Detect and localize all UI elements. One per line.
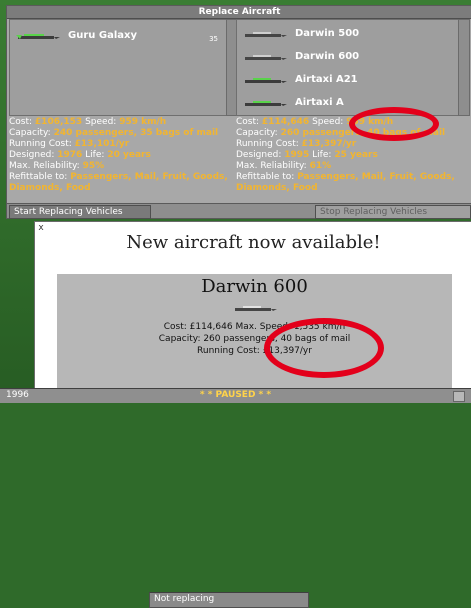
- start-replacing-button[interactable]: Start Replacing Vehicles: [9, 205, 151, 219]
- reliability-line: Max. Reliability: 95%: [9, 161, 233, 172]
- vehicle-name: Guru Galaxy: [68, 30, 137, 41]
- airplane-icon: [245, 78, 287, 83]
- running-cost-value: £13,101/yr: [74, 139, 130, 149]
- refit-label: Refittable to:: [9, 172, 68, 182]
- capacity-line: Capacity: 260 passengers, 40 bags of mai…: [158, 334, 351, 344]
- paused-indicator: * * PAUSED * *: [199, 390, 272, 400]
- cost-speed-line: Cost: £106,153 Speed: 959 km/h: [9, 117, 233, 128]
- airplane-icon: [245, 101, 287, 106]
- capacity-line: Capacity: 240 passengers, 35 bags of mai…: [9, 128, 233, 139]
- refit-label: Refittable to:: [236, 172, 295, 182]
- designed-value: 1995: [284, 150, 310, 160]
- cost-value: £106,153: [34, 117, 83, 127]
- running-cost-value: £13,397/yr: [301, 139, 357, 149]
- running-cost-label: Running Cost:: [9, 139, 72, 149]
- airplane-icon: [235, 306, 277, 311]
- current-vehicle-info: Cost: £106,153 Speed: 959 km/h Capacity:…: [9, 117, 233, 197]
- airplane-icon: [245, 32, 287, 37]
- right-list-scrollbar[interactable]: [458, 19, 470, 116]
- refit-line: Refittable to: Passengers, Mail, Fruit, …: [9, 172, 233, 194]
- reliability-line: Max. Reliability: 61%: [236, 161, 466, 172]
- window-title[interactable]: Replace Aircraft: [7, 6, 471, 19]
- designed-life-line: Designed: 1976 Life: 20 years: [9, 150, 233, 161]
- replace-aircraft-window: x Replace Aircraft Guru Galaxy 35 Darwin…: [6, 5, 471, 608]
- status-bar: 1996 * * PAUSED * *: [0, 388, 471, 403]
- vehicle-name: Darwin 500: [295, 28, 360, 39]
- speed-value: 959 km/h: [119, 117, 167, 127]
- new-aircraft-popup: x New aircraft now available! Darwin 600…: [34, 221, 471, 394]
- life-label: Life:: [85, 150, 105, 160]
- life-value: 25 years: [334, 150, 378, 160]
- reliability-value: 61%: [309, 161, 332, 171]
- reliability-value: 95%: [82, 161, 105, 171]
- speed-label: Speed:: [312, 117, 344, 127]
- refit-line: Refittable to: Passengers, Mail, Fruit, …: [236, 172, 466, 194]
- replacing-status: Not replacing: [149, 592, 309, 608]
- cost-value: £114,646: [261, 117, 310, 127]
- current-vehicle-list[interactable]: Guru Galaxy 35: [9, 19, 227, 116]
- speed-label: Speed:: [85, 117, 117, 127]
- running-cost-line: Running Cost: £13,397/yr: [197, 346, 312, 356]
- popup-heading: New aircraft now available!: [126, 232, 381, 253]
- stop-replacing-button[interactable]: Stop Replacing Vehicles: [315, 205, 471, 219]
- designed-label: Designed:: [9, 150, 55, 160]
- reliability-label: Max. Reliability:: [236, 161, 307, 171]
- list-item[interactable]: Airtaxi A21: [237, 70, 458, 92]
- capacity-label: Capacity:: [9, 128, 51, 138]
- vehicle-count: 35: [209, 35, 218, 43]
- replace-controls-bar: Start Replacing Vehicles Not replacing S…: [7, 203, 471, 608]
- designed-label: Designed:: [236, 150, 282, 160]
- running-cost-line: Running Cost: £13,397/yr: [236, 139, 466, 150]
- cost-speed-line: Cost: £114,646 Max. Speed: 1,535 km/h: [163, 322, 346, 332]
- replacement-vehicle-list[interactable]: Darwin 500 Darwin 600 Airtaxi A21 Airtax…: [236, 19, 459, 116]
- designed-value: 1976: [57, 150, 83, 160]
- list-item[interactable]: Darwin 500: [237, 24, 458, 46]
- life-label: Life:: [312, 150, 332, 160]
- annotation-circle: [264, 318, 384, 378]
- reliability-label: Max. Reliability:: [9, 161, 80, 171]
- annotation-circle: [349, 107, 439, 141]
- cost-label: Cost:: [236, 117, 260, 127]
- list-item[interactable]: Darwin 600: [237, 47, 458, 69]
- designed-life-line: Designed: 1995 Life: 25 years: [236, 150, 466, 161]
- life-value: 20 years: [107, 150, 151, 160]
- vehicle-name: Airtaxi A21: [295, 74, 358, 85]
- airplane-icon: [245, 55, 287, 60]
- aircraft-details-panel: Darwin 600 Cost: £114,646 Max. Speed: 1,…: [57, 274, 452, 394]
- vehicle-name: Airtaxi A: [295, 97, 344, 108]
- airplane-icon: [16, 34, 60, 39]
- running-cost-label: Running Cost:: [236, 139, 299, 149]
- running-cost-line: Running Cost: £13,101/yr: [9, 139, 233, 150]
- capacity-label: Capacity:: [236, 128, 278, 138]
- vehicle-name: Darwin 600: [295, 51, 360, 62]
- news-toggle-icon[interactable]: [453, 391, 465, 402]
- aircraft-name: Darwin 600: [201, 276, 308, 297]
- cost-label: Cost:: [9, 117, 33, 127]
- aircraft-stats: Cost: £114,646 Max. Speed: 1,535 km/h Ca…: [57, 321, 452, 357]
- list-item[interactable]: Guru Galaxy 35: [10, 26, 226, 48]
- capacity-value: 240 passengers, 35 bags of mail: [53, 128, 219, 138]
